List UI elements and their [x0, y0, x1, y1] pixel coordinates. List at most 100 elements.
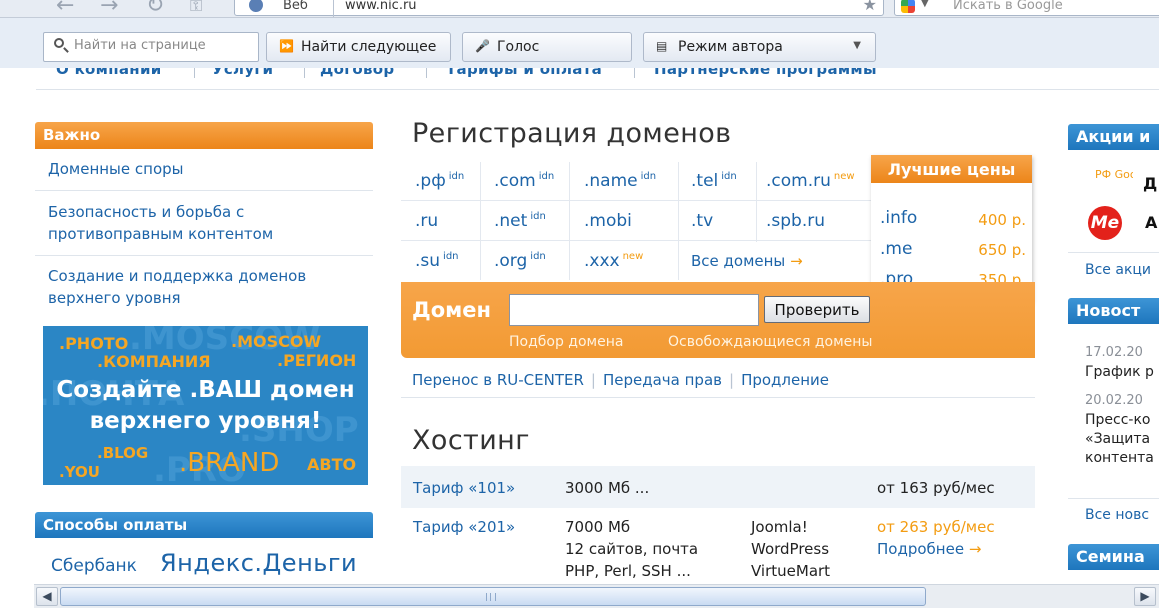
- link-top-level-domains[interactable]: Создание и поддержка доменов верхнего ур…: [48, 265, 364, 309]
- reload-icon[interactable]: ↻: [146, 0, 164, 17]
- domain-selection-link[interactable]: Подбор домена: [509, 334, 623, 350]
- banner-tag-you: .YOU: [59, 463, 100, 481]
- arrow-right-icon: →: [790, 252, 803, 270]
- tariff-201-more-link[interactable]: Подробнее →: [877, 538, 981, 560]
- link-security-illegal-content[interactable]: Безопасность и борьба с противоправным к…: [48, 201, 348, 245]
- hosting-row: Тариф «201» 7000 Мб 12 сайтов, почта PHP…: [401, 508, 1035, 584]
- banner-tag-company: .КОМПАНИЯ: [97, 352, 211, 371]
- domain-zone-su[interactable]: .su idn: [415, 251, 459, 271]
- domain-zone-rf[interactable]: .рф idn: [415, 171, 464, 191]
- domain-sub-links: Перенос в RU-CENTER | Передача прав | Продле…: [412, 371, 830, 389]
- author-mode-dropdown[interactable]: ▤ Режим автора ▼: [643, 32, 876, 62]
- google-search-placeholder: Искать в Google: [953, 0, 1063, 13]
- scroll-left-icon[interactable]: ◀: [36, 587, 58, 606]
- key-icon[interactable]: ⚿: [190, 0, 202, 17]
- tariff-201-cms-1: Joomla!: [751, 518, 808, 536]
- all-promotions-link[interactable]: Все акци: [1085, 262, 1151, 278]
- domain-check-band: Домен Проверить Подбор домена Освобождаю…: [401, 282, 1035, 358]
- scrollbar-thumb[interactable]: [60, 587, 926, 606]
- all-domains-link[interactable]: Все домены →: [691, 252, 803, 270]
- banner-tag-blog: .BLOG: [97, 444, 149, 462]
- domain-zone-mobi[interactable]: .mobi: [584, 211, 632, 231]
- domain-input[interactable]: [509, 294, 759, 326]
- tariff-201-link[interactable]: Тариф «201»: [413, 516, 515, 538]
- hosting-row: Тариф «101» 3000 Мб ... от 163 руб/мес: [401, 466, 1035, 508]
- all-news-link[interactable]: Все новс: [1085, 507, 1149, 523]
- tariff-201-price: от 263 руб/мес: [877, 518, 995, 536]
- news-title[interactable]: График р: [1085, 363, 1154, 382]
- payment-sberbank[interactable]: Сбербанк: [51, 556, 137, 576]
- check-domain-button[interactable]: Проверить: [764, 296, 870, 323]
- banner-tag-auto: АВТО: [307, 455, 357, 474]
- tld-promo-banner[interactable]: .MOSCOW .ПОЧТА .SHOP .PRO .PHOTO .MOSCOW…: [43, 326, 368, 485]
- menu-item-tariffs[interactable]: Тарифы и оплата: [446, 68, 602, 78]
- arrow-right-icon: →: [968, 540, 982, 558]
- rights-transfer-link[interactable]: Передача прав: [603, 371, 722, 389]
- site-top-menu: О компании Услуги Договор Тарифы и оплат…: [36, 68, 1159, 90]
- domain-zone-com[interactable]: .com idn: [494, 171, 554, 191]
- find-next-button[interactable]: ⏩ Найти следующее: [266, 32, 451, 62]
- tariff-201-spec-3: PHP, Perl, SSH ...: [565, 562, 691, 580]
- find-on-page-field[interactable]: [43, 32, 259, 62]
- best-price-zone-info[interactable]: .info: [880, 208, 917, 228]
- payment-methods-header: Способы оплаты: [35, 512, 373, 538]
- bookmark-star-icon[interactable]: ★: [863, 0, 877, 14]
- domain-zone-org[interactable]: .org idn: [494, 251, 546, 271]
- horizontal-scrollbar[interactable]: ◀ ▶: [34, 584, 1159, 608]
- promo-item-2-text[interactable]: А: [1145, 213, 1157, 232]
- expiring-domains-link[interactable]: Освобождающиеся домены: [668, 334, 872, 350]
- renewal-link[interactable]: Продление: [741, 371, 829, 389]
- news-date: 17.02.20: [1085, 345, 1143, 360]
- browser-navbar: ← → ↻ ⚿ Веб www.nic.ru ★ ▼ Искать в Goog…: [0, 0, 1159, 18]
- tariff-201-spec-1: 7000 Мб: [565, 518, 631, 536]
- window-icon: ▤: [656, 39, 668, 53]
- me-logo[interactable]: Me: [1088, 206, 1122, 240]
- domain-zone-xxx[interactable]: .xxx new: [584, 251, 643, 271]
- tariff-201-spec-2: 12 сайтов, почта: [565, 540, 699, 558]
- banner-tag-moscow: .MOSCOW: [231, 332, 322, 351]
- forward-arrow-icon[interactable]: →: [100, 0, 118, 17]
- find-on-page-input[interactable]: [74, 38, 254, 53]
- tariff-201-cms-2: WordPress: [751, 540, 830, 558]
- tariff-101-link[interactable]: Тариф «101»: [413, 477, 515, 499]
- domain-zone-spb-ru[interactable]: .spb.ru: [766, 211, 825, 231]
- voice-button[interactable]: 🎤 Голос: [462, 32, 632, 62]
- best-price-zone-me[interactable]: .me: [880, 239, 912, 259]
- news-title[interactable]: контента: [1085, 449, 1154, 468]
- menu-item-contract[interactable]: Договор: [320, 68, 394, 78]
- rf-google-logo[interactable]: РФ Google: [1085, 167, 1133, 199]
- chevron-down-icon: ▼: [853, 40, 861, 51]
- menu-item-partners[interactable]: Партнерские программы: [654, 68, 877, 78]
- tariff-101-price: от 163 руб/мес: [877, 479, 995, 497]
- news-title[interactable]: «Защита: [1085, 430, 1150, 449]
- best-price-value-info: 400 р.: [978, 211, 1026, 229]
- best-prices-header: Лучшие цены: [871, 155, 1032, 183]
- scroll-right-icon[interactable]: ▶: [1134, 587, 1156, 606]
- menu-item-services[interactable]: Услуги: [212, 68, 273, 78]
- banner-tag-photo: .PHOTO: [59, 334, 129, 353]
- find-toolbar: ⏩ Найти следующее 🎤 Голос ▤ Режим автора…: [0, 18, 1159, 68]
- address-bar[interactable]: Веб www.nic.ru ★: [234, 0, 884, 17]
- promo-item-1-text[interactable]: Д: [1143, 174, 1157, 193]
- important-header: Важно: [35, 122, 373, 149]
- google-logo-icon: [901, 0, 915, 13]
- search-engine-dropdown-icon[interactable]: ▼: [921, 0, 929, 9]
- menu-item-about[interactable]: О компании: [56, 68, 162, 78]
- domain-zone-tv[interactable]: .tv: [691, 211, 713, 231]
- domain-zone-net[interactable]: .net idn: [494, 211, 546, 231]
- payment-yandex-money[interactable]: Яндекс.Деньги: [160, 549, 357, 577]
- domain-zone-com-ru[interactable]: .com.ru new: [766, 171, 855, 191]
- transfer-to-rucenter-link[interactable]: Перенос в RU-CENTER: [412, 371, 584, 389]
- seminars-header: Семина: [1068, 544, 1159, 570]
- news-title[interactable]: Пресс-ко: [1085, 411, 1151, 430]
- tariff-101-spec: 3000 Мб ...: [565, 479, 650, 497]
- svg-text:РФ Google: РФ Google: [1095, 168, 1133, 181]
- banner-headline-2: верхнего уровня!: [89, 408, 322, 434]
- link-domain-disputes[interactable]: Доменные споры: [48, 158, 184, 180]
- back-arrow-icon[interactable]: ←: [56, 0, 74, 17]
- domain-zone-ru[interactable]: .ru: [415, 211, 438, 231]
- domain-zone-name[interactable]: .name idn: [584, 171, 656, 191]
- domain-zone-tel[interactable]: .tel idn: [691, 171, 737, 191]
- google-search-box[interactable]: ▼ Искать в Google: [894, 0, 1159, 16]
- address-url[interactable]: www.nic.ru: [345, 0, 417, 13]
